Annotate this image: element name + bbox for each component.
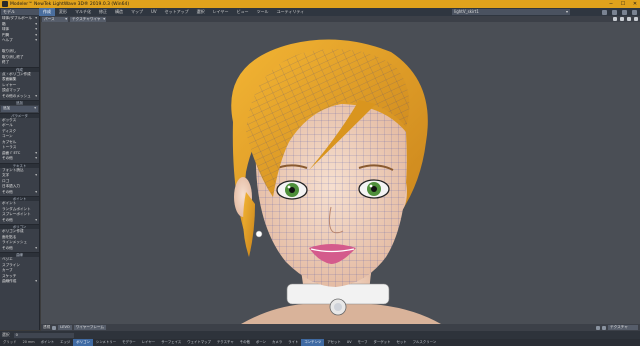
sidebar-item[interactable]: その他のメッシュ [0,94,39,100]
tab-12[interactable]: ユーティリティ [273,8,309,16]
sidebar-item[interactable]: 曲線作成 [0,279,39,285]
tab-6[interactable]: UV [147,8,161,16]
bottom-button-12[interactable]: ライト [285,339,301,346]
bottom-button-10[interactable]: ボーン [253,339,269,346]
bottom-button-4[interactable]: モデラー [119,339,139,346]
bottom-button-8[interactable]: テクスチャ [214,339,237,346]
bottom-button-1[interactable]: エッジ [57,339,73,346]
select-label: 選択 [2,332,10,337]
menu-bar: モデル 作成 変形 マルチ化 修正 構造 マップ UV セットアップ 選択 レイヤー ビュー ツールユ… [0,8,640,16]
settings-icon[interactable] [602,9,607,15]
viewport[interactable]: パース テクスチャワイヤ [41,16,640,324]
bottom-button-11[interactable]: カメラ [269,339,285,346]
shading-dropdown[interactable]: テクスチャワイヤ [70,16,106,22]
tab-4[interactable]: 構造 [111,8,127,16]
tool-sidebar: 球体/ダブルボール箱球体円筒ヘルプ取り消し取り消し終了終了作成点・ポリゴン作成表… [0,16,40,330]
sidebar-dropdown[interactable]: 追加 [1,106,38,112]
tab-8[interactable]: 選択 [193,8,209,16]
bottom-button-13[interactable]: コンテンツ [301,339,325,346]
bottom-button-18[interactable]: セット [393,339,409,346]
bottom-button-15[interactable]: UV [344,339,355,346]
layer-dropdown[interactable]: lightV_skirt1 ▾ [452,9,570,15]
menubar-icons [602,8,637,16]
layer-name: lightV_skirt1 [454,9,479,14]
help-icon[interactable] [612,9,617,15]
sidebar-item[interactable]: その他 [0,218,39,224]
bottom-button-3[interactable]: シンメトリー [93,339,119,346]
window-title: Modeler™ NewTek LightWave 3D® 2019.0.3 (… [10,1,130,7]
sidebar-item[interactable]: その他 [0,246,39,252]
chevron-down-icon: ▾ [565,9,568,14]
mode-dropdown[interactable]: モデル [1,9,39,15]
footer-dropdown-1[interactable]: LEVO [58,325,72,330]
close-button[interactable]: ✕ [632,1,638,7]
grid-label: グリッド [3,340,17,344]
move-view-icon[interactable] [613,17,617,21]
close-icon[interactable] [632,9,637,15]
sidebar-item[interactable]: その他 [0,156,39,162]
title-bar: Modeler™ NewTek LightWave 3D® 2019.0.3 (… [0,0,640,8]
hair-strand [243,192,255,257]
tab-0[interactable]: 作成 [39,8,55,16]
footer-dropdown-2[interactable]: ワイヤーフレーム [73,325,107,330]
maximize-button[interactable]: ☐ [620,1,626,7]
sidebar-item[interactable]: 終了 [0,60,39,66]
bottom-button-14[interactable]: アセット [324,339,344,346]
grid-value: 20 mm [22,340,35,344]
camera-icon[interactable] [596,325,600,330]
grid-icon[interactable] [622,9,627,15]
sidebar-item[interactable]: その他 [0,190,39,196]
tab-5[interactable]: マップ [127,8,147,16]
bottom-button-17[interactable]: ターゲット [371,339,394,346]
bottom-button-9[interactable]: その他 [237,339,253,346]
viewport-footer: 透視 LEVO ワイヤーフレーム テクスチャ [41,324,640,331]
zoom-view-icon[interactable] [627,17,631,21]
maximize-icon[interactable] [634,17,638,21]
sidebar-section-heading: 追加 [0,100,39,105]
bottom-button-19[interactable]: フルスクリーン [410,339,440,346]
bottom-button-7[interactable]: ウェイトマップ [184,339,214,346]
status-bar: 選択 0 [0,331,640,339]
minimize-button[interactable]: ─ [608,1,614,7]
model-render [231,39,441,324]
tab-1[interactable]: 変形 [55,8,71,16]
tab-2[interactable]: マルチ化 [71,8,95,16]
tab-11[interactable]: ツール [253,8,273,16]
tab-7[interactable]: セットアップ [161,8,193,16]
light-icon[interactable] [602,325,606,330]
select-field[interactable]: 0 [13,332,74,338]
tab-10[interactable]: ビュー [233,8,253,16]
view-type-dropdown[interactable]: パース [42,16,68,22]
footer-right: テクスチャ [596,325,638,330]
window-controls: ─ ☐ ✕ [608,0,638,8]
bottom-button-2[interactable]: ポリゴン [73,339,93,346]
tab-3[interactable]: 修正 [95,8,111,16]
viewport-label: 透視 [43,325,51,329]
earring [255,230,263,238]
bottom-button-6[interactable]: サーフェイス [158,339,184,346]
bottom-button-5[interactable]: レイヤー [139,339,158,346]
tab-9[interactable]: レイヤー [209,8,233,16]
footer-dropdown-right[interactable]: テクスチャ [608,325,638,330]
app-logo-icon [2,1,8,7]
bottom-button-0[interactable]: ポイント [38,339,58,346]
rotate-view-icon[interactable] [620,17,624,21]
lock-icon[interactable] [52,325,57,330]
menu-tabs: 作成 変形 マルチ化 修正 構造 マップ UV セットアップ 選択 レイヤー ビュー ツール ユーティリ… [39,8,308,16]
bottom-button-16[interactable]: モーフ [355,339,371,346]
bottom-toolbar: グリッド 20 mm ポイント エッジ ポリゴン シンメトリー モデラー レイヤー サーフェ… [0,339,640,346]
